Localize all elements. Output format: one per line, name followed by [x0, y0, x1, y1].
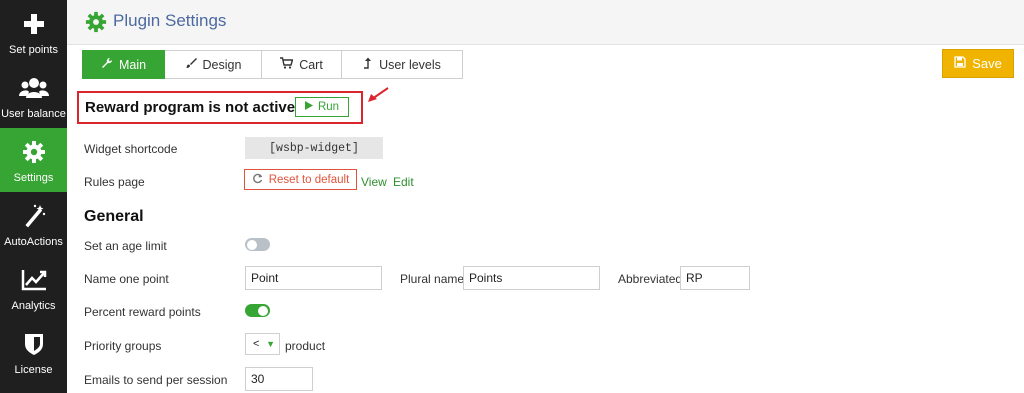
- tab-label: Cart: [299, 57, 323, 72]
- sidebar-item-label: User balance: [1, 108, 66, 120]
- name-one-point-input[interactable]: [245, 266, 382, 290]
- tab-design[interactable]: Design: [165, 50, 262, 79]
- sidebar-item-autoactions[interactable]: AutoActions: [0, 192, 67, 256]
- tab-user-levels[interactable]: User levels: [342, 50, 463, 79]
- users-icon: [18, 73, 49, 103]
- gear-icon: [22, 137, 46, 167]
- floppy-icon: [954, 56, 966, 71]
- edit-link[interactable]: Edit: [393, 175, 414, 189]
- tab-label: Design: [202, 57, 242, 72]
- percent-reward-toggle[interactable]: [245, 304, 270, 317]
- sidebar-item-set-points[interactable]: Set points: [0, 0, 67, 64]
- reset-to-default-button[interactable]: Reset to default: [244, 169, 357, 190]
- status-highlight: Reward program is not active Run: [77, 91, 363, 124]
- cart-icon: [280, 57, 294, 72]
- percent-reward-label: Percent reward points: [84, 305, 201, 319]
- page-title: Plugin Settings: [113, 11, 227, 30]
- tab-bar: Main Design Cart User levels: [82, 50, 463, 79]
- chart-line-icon: [21, 265, 47, 295]
- play-icon: [304, 101, 313, 113]
- priority-groups-value: <: [253, 338, 260, 350]
- sidebar: Set points User balance Settings AutoAct…: [0, 0, 67, 393]
- tab-label: Main: [118, 57, 147, 72]
- sidebar-item-analytics[interactable]: Analytics: [0, 256, 67, 320]
- run-label: Run: [317, 101, 340, 113]
- tab-cart[interactable]: Cart: [262, 50, 342, 79]
- priority-groups-select[interactable]: < ▼: [245, 333, 280, 355]
- widget-shortcode-value[interactable]: [wsbp-widget]: [245, 137, 383, 159]
- tab-main[interactable]: Main: [82, 50, 165, 79]
- save-button[interactable]: Save: [942, 49, 1014, 78]
- brush-icon: [185, 57, 197, 72]
- sidebar-item-label: Analytics: [11, 300, 56, 312]
- name-one-point-label: Name one point: [84, 272, 169, 286]
- sidebar-item-license[interactable]: License: [0, 320, 67, 384]
- sidebar-item-label: Settings: [13, 172, 54, 184]
- view-link[interactable]: View: [361, 175, 387, 189]
- sidebar-item-settings[interactable]: Settings: [0, 128, 67, 192]
- gear-icon: [85, 11, 107, 38]
- plural-name-input[interactable]: [463, 266, 600, 290]
- annotation-arrow-icon: [366, 86, 390, 109]
- rules-page-label: Rules page: [84, 175, 145, 189]
- shield-icon: [24, 329, 44, 359]
- refresh-icon: [252, 173, 263, 187]
- plural-name-label: Plural name: [400, 272, 465, 286]
- sidebar-item-user-balance[interactable]: User balance: [0, 64, 67, 128]
- level-up-icon: [363, 57, 373, 72]
- age-limit-toggle[interactable]: [245, 238, 270, 251]
- abbreviated-input[interactable]: [680, 266, 750, 290]
- sidebar-item-label: Set points: [9, 44, 58, 56]
- page-header: Plugin Settings: [67, 0, 1024, 45]
- reset-label: Reset to default: [268, 173, 350, 186]
- run-button[interactable]: Run: [295, 97, 349, 117]
- section-title-general: General: [84, 208, 144, 225]
- tab-label: User levels: [379, 57, 441, 72]
- emails-per-session-input[interactable]: [245, 367, 313, 391]
- save-label: Save: [972, 56, 1002, 71]
- caret-down-icon: ▼: [266, 339, 275, 349]
- emails-per-session-label: Emails to send per session: [84, 373, 228, 387]
- sidebar-item-label: License: [14, 364, 53, 376]
- plus-icon: [23, 9, 45, 39]
- magic-wand-icon: [22, 201, 46, 231]
- age-limit-label: Set an age limit: [84, 239, 167, 253]
- priority-groups-label: Priority groups: [84, 339, 162, 353]
- sidebar-item-label: AutoActions: [4, 236, 63, 248]
- wrench-icon: [101, 57, 113, 72]
- abbreviated-label: Abbreviated: [618, 272, 683, 286]
- priority-groups-suffix: product: [285, 339, 326, 353]
- program-status-text: Reward program is not active: [85, 99, 296, 116]
- widget-shortcode-label: Widget shortcode: [84, 142, 178, 156]
